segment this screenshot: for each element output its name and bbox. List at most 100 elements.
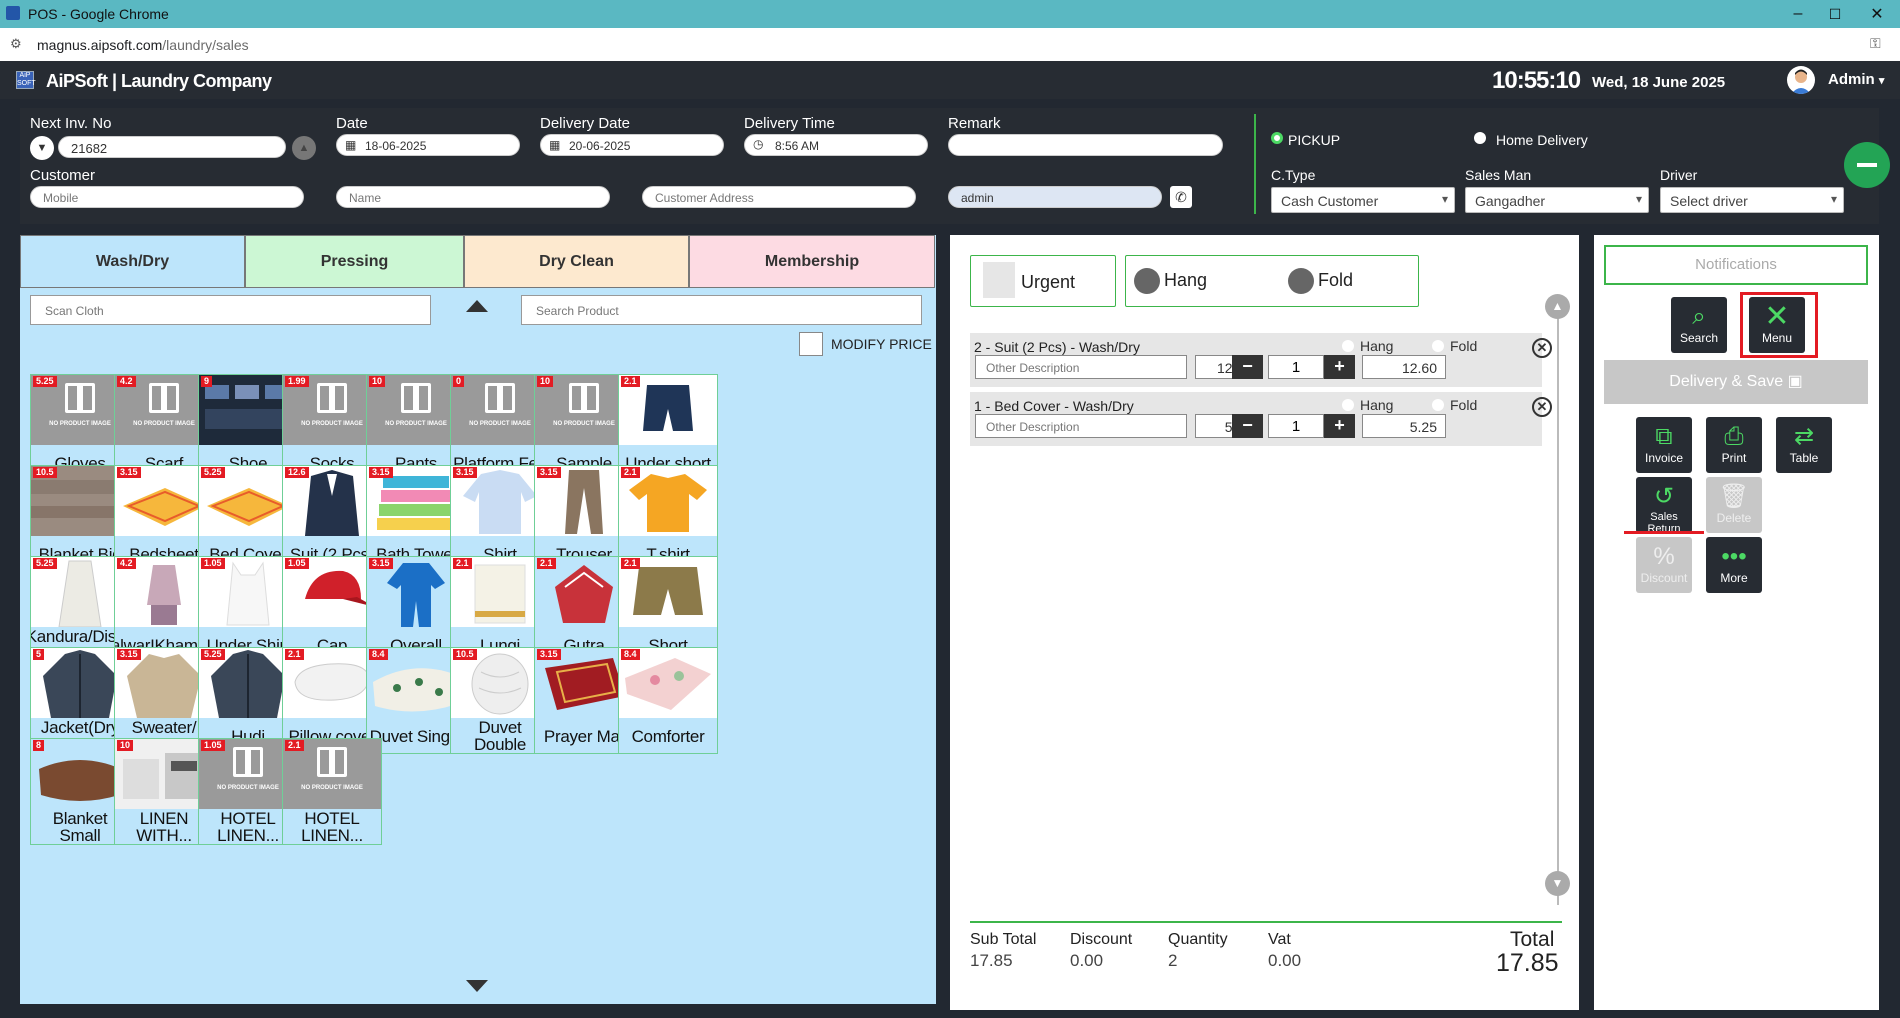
address-field[interactable]: Customer Address: [642, 186, 916, 208]
hang-fold-group: Hang Fold: [1125, 255, 1419, 307]
cart-scroll-up-icon[interactable]: ▲: [1545, 294, 1570, 319]
quantity-label: Quantity: [1168, 931, 1228, 948]
driver-label: Driver: [1660, 167, 1698, 183]
user-avatar[interactable]: [1787, 66, 1815, 94]
line-qty-input[interactable]: 1: [1268, 355, 1324, 379]
tab-2[interactable]: Dry Clean: [464, 235, 689, 288]
maximize-button[interactable]: ☐: [1812, 0, 1858, 28]
cart-scrollbar[interactable]: [1557, 305, 1559, 905]
search-button[interactable]: ⌕ Search: [1671, 297, 1727, 353]
line-title: 2 - Suit (2 Pcs) - Wash/Dry: [974, 339, 1140, 355]
home-delivery-radio[interactable]: [1474, 132, 1486, 144]
increase-qty-button[interactable]: +: [1324, 414, 1355, 438]
close-button[interactable]: ✕: [1854, 0, 1900, 28]
price-badge: 5: [33, 649, 45, 660]
urgent-toggle[interactable]: Urgent: [970, 255, 1116, 307]
user-field[interactable]: admin: [948, 186, 1162, 208]
delivery-date-field[interactable]: ▦ 20-06-2025: [540, 134, 724, 156]
mobile-field[interactable]: Mobile: [30, 186, 304, 208]
header-divider: [1254, 114, 1256, 214]
date-label: Date: [336, 115, 368, 132]
discount-button[interactable]: % Discount: [1636, 537, 1692, 593]
inv-number-field[interactable]: 21682: [58, 136, 286, 158]
collapse-header-button[interactable]: [1844, 142, 1890, 188]
print-button[interactable]: ⎙ Print: [1706, 417, 1762, 473]
pickup-radio[interactable]: [1271, 132, 1283, 144]
tab-0[interactable]: Wash/Dry: [20, 235, 245, 288]
remove-line-icon[interactable]: ✕: [1532, 397, 1552, 417]
cart-scroll-down-icon[interactable]: ▼: [1545, 871, 1570, 896]
decrease-qty-button[interactable]: −: [1232, 414, 1263, 438]
line-fold-radio[interactable]: [1432, 340, 1444, 352]
decrease-qty-button[interactable]: −: [1232, 355, 1263, 379]
menu-button[interactable]: ✕ Menu: [1749, 297, 1805, 353]
product-tile[interactable]: 8.4 Comforter: [618, 647, 718, 754]
line-title: 1 - Bed Cover - Wash/Dry: [974, 398, 1134, 414]
price-badge: 2.1: [453, 558, 472, 569]
whatsapp-icon[interactable]: ✆: [1170, 186, 1192, 208]
line-fold-radio[interactable]: [1432, 399, 1444, 411]
price-badge: 4.2: [117, 376, 136, 387]
price-badge: 2.1: [621, 558, 640, 569]
line-hang-radio[interactable]: [1342, 399, 1354, 411]
price-badge: 10.5: [33, 467, 57, 478]
sales-return-button[interactable]: ↺ Sales Return: [1636, 477, 1692, 535]
url-path: /laundry/sales: [162, 36, 249, 53]
site-info-icon[interactable]: ⚙: [10, 36, 22, 52]
key-icon[interactable]: ⚿: [1870, 35, 1881, 52]
chrome-app-icon: [6, 6, 20, 20]
remove-line-icon[interactable]: ✕: [1532, 338, 1552, 358]
product-name: HOTEL LINEN...: [301, 809, 363, 845]
price-badge: 3.15: [537, 649, 561, 660]
delivery-time-field[interactable]: ◷ 8:56 AM: [744, 134, 928, 156]
search-product-input[interactable]: Search Product: [521, 295, 922, 325]
modify-price-label: MODIFY PRICE: [831, 336, 932, 352]
urgent-checkbox[interactable]: [983, 262, 1015, 298]
user-menu[interactable]: Admin ▾: [1828, 71, 1884, 88]
tab-1[interactable]: Pressing: [245, 235, 464, 288]
price-badge: 1.05: [285, 558, 309, 569]
cart-line: 2 - Suit (2 Pcs) - Wash/Dry Hang Fold ✕ …: [970, 333, 1552, 387]
price-badge: 3.15: [453, 467, 477, 478]
tab-label: Wash/Dry: [95, 252, 170, 270]
tab-3[interactable]: Membership: [689, 235, 935, 288]
product-tile[interactable]: 2.1 NO PRODUCT IMAGE HOTEL LINEN...: [282, 738, 382, 845]
increase-qty-button[interactable]: +: [1324, 355, 1355, 379]
price-badge: 0: [453, 376, 465, 387]
calendar-icon: ▦: [345, 138, 357, 152]
date-field[interactable]: ▦ 18-06-2025: [336, 134, 520, 156]
price-badge: 5.25: [201, 649, 225, 660]
name-field[interactable]: Name: [336, 186, 610, 208]
driver-select[interactable]: Select driver: [1660, 187, 1844, 213]
scan-cloth-input[interactable]: Scan Cloth: [30, 295, 431, 325]
salesman-label: Sales Man: [1465, 167, 1532, 183]
inv-next-button[interactable]: ▲: [292, 136, 316, 160]
price-badge: 8.4: [369, 649, 388, 660]
line-description-input[interactable]: Other Description: [975, 355, 1187, 379]
remark-field[interactable]: [948, 134, 1223, 156]
line-hang-radio[interactable]: [1342, 340, 1354, 352]
scroll-down-icon[interactable]: [466, 980, 488, 992]
salesman-select[interactable]: Gangadher: [1465, 187, 1649, 213]
line-fold-label: Fold: [1450, 338, 1478, 354]
price-badge: 3.15: [537, 467, 561, 478]
modify-price-checkbox[interactable]: [799, 332, 823, 356]
line-qty-input[interactable]: 1: [1268, 414, 1324, 438]
delete-button[interactable]: 🗑 Delete: [1706, 477, 1762, 533]
address-bar[interactable]: ⚙ magnus.aipsoft.com/laundry/sales ⚿: [0, 28, 1900, 61]
notifications-box[interactable]: Notifications: [1604, 245, 1868, 285]
table-button[interactable]: ⇄ Table: [1776, 417, 1832, 473]
invoice-button[interactable]: ⧉ Invoice: [1636, 417, 1692, 473]
search-button-label: Search: [1679, 331, 1719, 345]
delivery-save-button[interactable]: Delivery & Save ▣: [1604, 360, 1868, 404]
more-button[interactable]: ••• More: [1706, 537, 1762, 593]
ctype-select[interactable]: Cash Customer: [1271, 187, 1455, 213]
line-description-input[interactable]: Other Description: [975, 414, 1187, 438]
vat-value: 0.00: [1268, 951, 1302, 970]
caret-down-icon: ▾: [1878, 75, 1885, 87]
hang-radio[interactable]: [1134, 268, 1160, 294]
price-badge: 2.1: [285, 740, 304, 751]
scroll-up-icon[interactable]: [466, 300, 488, 312]
inv-prev-button[interactable]: ▼: [30, 136, 54, 160]
fold-radio[interactable]: [1288, 268, 1314, 294]
